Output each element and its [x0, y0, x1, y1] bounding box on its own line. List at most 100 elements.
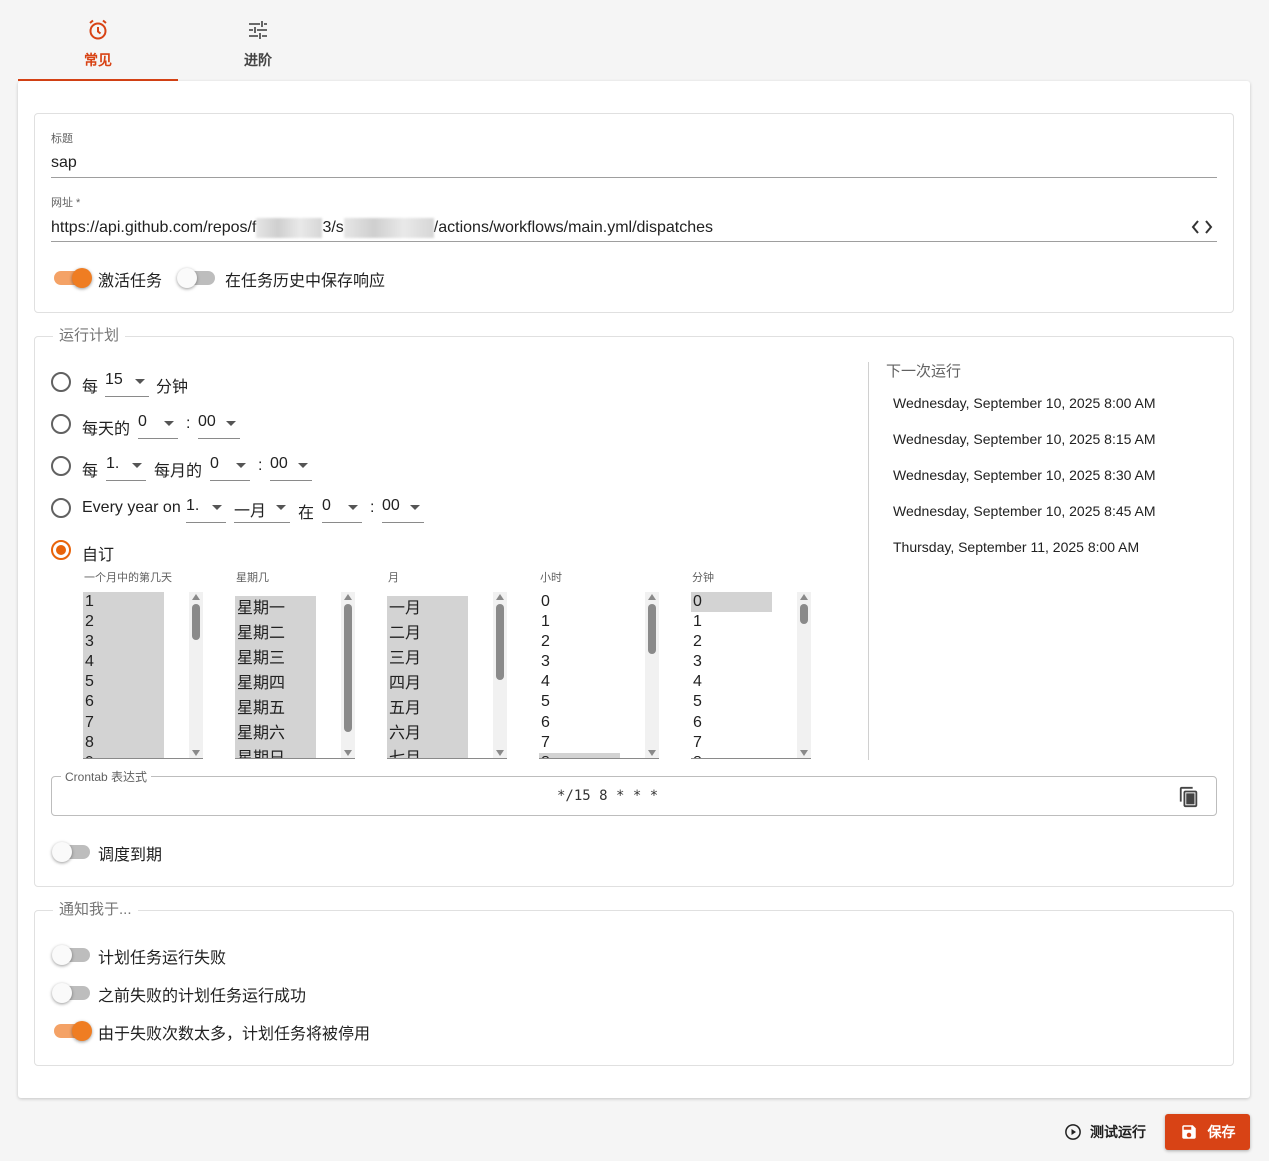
list-option[interactable]: 星期三 [235, 646, 316, 671]
weekday-listbox[interactable]: 星期一 星期二 星期三 星期四 星期五 星期六 星期日 [235, 592, 355, 759]
list-option[interactable]: 6 [691, 713, 772, 733]
month-listbox[interactable]: 一月 二月 三月 四月 五月 六月 七月 [387, 592, 507, 759]
tab-common[interactable]: 常见 [18, 0, 178, 81]
tab-advanced[interactable]: 进阶 [178, 0, 338, 81]
list-option[interactable]: 五月 [387, 696, 468, 721]
list-option[interactable]: 5 [539, 692, 620, 712]
list-option[interactable]: 7 [83, 712, 164, 733]
list-option[interactable]: 六月 [387, 721, 468, 746]
code-icon[interactable] [1191, 218, 1213, 236]
schedule-radio-minutes[interactable] [51, 372, 71, 392]
settings-card: 标题 sap 网址 * https://api.github.com/repos… [18, 81, 1250, 1098]
crontab-field[interactable]: */15 8 * * * [51, 776, 1217, 816]
hour-listbox[interactable]: 0 1 2 3 4 5 6 7 8 [539, 592, 659, 759]
schedule-radio-daily[interactable] [51, 414, 71, 434]
notify-disabled-label: 由于失败次数太多，计划任务将被停用 [98, 1026, 371, 1043]
notify-disabled-toggle[interactable] [54, 1021, 92, 1041]
monthly-minute-select[interactable]: 00 [270, 455, 312, 481]
list-option[interactable]: 1 [83, 592, 164, 613]
notify-success-toggle[interactable] [52, 983, 90, 1003]
list-option[interactable]: 3 [83, 632, 164, 653]
minute-listbox[interactable]: 0 1 2 3 4 5 6 7 8 [691, 592, 811, 759]
list-option[interactable]: 5 [83, 672, 164, 693]
yearly-day-select[interactable]: 1. [186, 497, 226, 523]
list-option[interactable]: 4 [83, 652, 164, 673]
crontab-label: Crontab 表达式 [61, 768, 152, 785]
listbox-scrollbar[interactable] [645, 592, 659, 758]
schedule-expire-toggle[interactable] [52, 842, 90, 862]
schedule-radio-custom[interactable] [51, 540, 71, 560]
listbox-scrollbar[interactable] [189, 592, 203, 758]
list-option[interactable]: 七月 [387, 746, 468, 758]
yearly-minute-select[interactable]: 00 [382, 497, 424, 523]
save-response-toggle[interactable] [177, 268, 215, 288]
list-option[interactable]: 3 [539, 652, 620, 672]
notify-fail-toggle[interactable] [52, 945, 90, 965]
list-option[interactable]: 5 [691, 692, 772, 712]
schedule-radio-monthly[interactable] [51, 456, 71, 476]
list-option[interactable]: 6 [83, 692, 164, 713]
daily-hour-select[interactable]: 0 [138, 413, 178, 439]
list-option[interactable]: 2 [539, 632, 620, 652]
list-option[interactable]: 星期四 [235, 671, 316, 696]
active-toggle[interactable] [54, 268, 92, 288]
general-section: 标题 sap 网址 * https://api.github.com/repos… [34, 113, 1234, 313]
active-toggle-label: 激活任务 [98, 273, 163, 290]
vertical-divider [868, 362, 869, 760]
list-option[interactable]: 4 [539, 672, 620, 692]
time-separator: : [258, 457, 263, 474]
list-option[interactable]: 6 [539, 713, 620, 733]
monthly-hour-select[interactable]: 0 [210, 455, 250, 481]
daily-minute-select[interactable]: 00 [198, 413, 240, 439]
option-text: 每月的 [154, 463, 203, 480]
next-run-item: Wednesday, September 10, 2025 8:45 AM [893, 503, 1156, 519]
list-option[interactable]: 1 [539, 612, 620, 632]
play-circle-icon [1065, 1124, 1081, 1140]
alarm-clock-icon [89, 19, 107, 40]
yearly-month-select[interactable]: 一月 [234, 497, 290, 523]
option-text: 每天的 [82, 421, 131, 438]
time-separator: : [370, 499, 375, 516]
list-option[interactable]: 星期日 [235, 746, 316, 758]
list-option[interactable]: 星期六 [235, 721, 316, 746]
listbox-scrollbar[interactable] [493, 592, 507, 758]
list-option[interactable]: 四月 [387, 671, 468, 696]
copy-icon[interactable] [1178, 786, 1200, 808]
test-run-button[interactable]: 测试运行 [1058, 1114, 1158, 1150]
list-option[interactable]: 4 [691, 672, 772, 692]
list-option[interactable]: 8 [83, 732, 164, 753]
time-separator: : [186, 415, 191, 432]
day-of-month-listbox[interactable]: 1 2 3 4 5 6 7 8 9 [83, 592, 203, 759]
url-input[interactable]: https://api.github.com/repos/f 3/s/action… [51, 218, 713, 238]
option-text: 在 [298, 505, 315, 522]
list-option[interactable]: 2 [691, 632, 772, 652]
list-option[interactable]: 9 [83, 752, 164, 758]
list-option[interactable]: 0 [691, 592, 772, 613]
notify-fail-label: 计划任务运行失败 [98, 950, 227, 967]
list-option[interactable]: 2 [83, 612, 164, 633]
list-option[interactable]: 7 [539, 733, 620, 753]
list-option[interactable]: 星期五 [235, 696, 316, 721]
yearly-hour-select[interactable]: 0 [322, 497, 362, 523]
list-option[interactable]: 一月 [387, 596, 468, 621]
list-option[interactable]: 星期二 [235, 621, 316, 646]
schedule-radio-yearly[interactable] [51, 498, 71, 518]
monthly-day-select[interactable]: 1. [106, 455, 146, 481]
list-option[interactable]: 星期一 [235, 596, 316, 621]
option-text: 自订 [82, 547, 115, 564]
list-option[interactable]: 二月 [387, 621, 468, 646]
list-option[interactable]: 0 [539, 592, 620, 612]
minutes-interval-select[interactable]: 15 [105, 371, 149, 397]
list-option[interactable]: 8 [691, 753, 772, 758]
list-option[interactable]: 7 [691, 733, 772, 753]
title-field-label: 标题 [51, 133, 73, 145]
list-option[interactable]: 3 [691, 652, 772, 672]
listbox-scrollbar[interactable] [797, 592, 811, 758]
title-input[interactable]: sap [51, 154, 77, 172]
save-button[interactable]: 保存 [1165, 1114, 1250, 1150]
listbox-scrollbar[interactable] [341, 592, 355, 758]
list-option[interactable]: 8 [539, 752, 620, 758]
title-underline [51, 177, 1217, 178]
list-option[interactable]: 三月 [387, 646, 468, 671]
list-option[interactable]: 1 [691, 612, 772, 632]
